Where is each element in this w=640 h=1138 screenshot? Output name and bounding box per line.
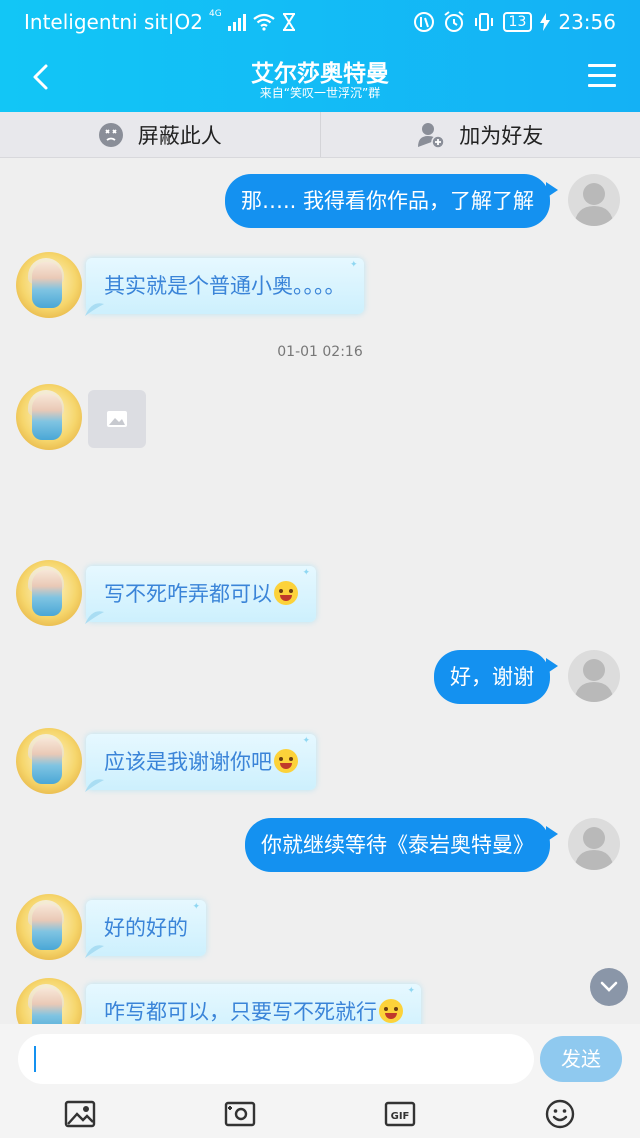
image-message-thumbnail[interactable] xyxy=(88,390,146,448)
sparkle-decoration: ✦ xyxy=(192,902,200,912)
composer-toolbar: GIF xyxy=(0,1094,640,1134)
snowflake-decoration-icon xyxy=(85,779,104,792)
my-avatar[interactable] xyxy=(568,650,620,702)
composer: 发送 GIF xyxy=(0,1024,640,1138)
wifi-icon xyxy=(252,13,276,31)
network-type: 4G xyxy=(208,9,222,19)
add-friend-button[interactable]: 加为好友 xyxy=(319,112,640,157)
scroll-to-bottom-button[interactable] xyxy=(590,968,628,1006)
svg-text:GIF: GIF xyxy=(391,1111,410,1122)
sender-avatar[interactable] xyxy=(16,978,82,1024)
message-text: 写不死咋弄都可以 xyxy=(104,582,272,606)
my-avatar[interactable] xyxy=(568,818,620,870)
snowflake-decoration-icon xyxy=(85,945,104,958)
emoji-button[interactable] xyxy=(540,1094,580,1134)
message-bubble-received[interactable]: 好的好的 ✦ xyxy=(85,900,206,958)
flushed-emoji-icon xyxy=(274,749,298,773)
alarm-icon xyxy=(443,11,465,33)
stranger-action-bar: 屏蔽此人 加为好友 xyxy=(0,112,640,158)
vibrate-icon xyxy=(473,12,495,32)
signal-icon xyxy=(227,13,246,31)
back-button[interactable] xyxy=(26,62,56,92)
emoji-icon xyxy=(545,1099,575,1129)
message-timestamp: 01-01 02:16 xyxy=(277,344,363,360)
sender-avatar[interactable] xyxy=(16,894,82,960)
my-avatar[interactable] xyxy=(568,174,620,226)
block-face-icon xyxy=(98,122,123,147)
status-bar: Inteligentni sit|O2 4G 13 23:56 xyxy=(0,0,640,44)
smirk-emoji-icon xyxy=(379,999,403,1023)
image-button[interactable] xyxy=(60,1094,100,1134)
chevron-left-icon xyxy=(33,64,48,90)
message-bubble-sent[interactable]: 你就继续等待《泰岩奥特曼》 xyxy=(245,818,558,872)
gif-icon: GIF xyxy=(384,1101,416,1127)
gif-button[interactable]: GIF xyxy=(380,1094,420,1134)
message-bubble-received[interactable]: 应该是我谢谢你吧 ✦ xyxy=(85,734,316,792)
message-text: 应该是我谢谢你吧 xyxy=(104,750,272,774)
add-friend-label: 加为好友 xyxy=(459,123,544,148)
sender-avatar[interactable] xyxy=(16,728,82,794)
camera-icon xyxy=(224,1101,256,1127)
message-text: 你就继续等待《泰岩奥特曼》 xyxy=(261,833,534,857)
sender-avatar[interactable] xyxy=(16,384,82,450)
clock: 23:56 xyxy=(558,10,616,34)
image-icon xyxy=(64,1100,96,1128)
header: Inteligentni sit|O2 4G 13 23:56 艾尔莎奥特曼 来… xyxy=(0,0,640,112)
image-placeholder-icon xyxy=(107,411,127,427)
message-text: 那….. 我得看你作品，了解了解 xyxy=(240,189,534,213)
message-bubble-received[interactable]: 写不死咋弄都可以 ✦ xyxy=(85,566,316,624)
hourglass-icon xyxy=(282,13,296,31)
block-user-label: 屏蔽此人 xyxy=(137,123,222,148)
snowflake-decoration-icon xyxy=(85,611,104,624)
message-text: 咋写都可以，只要写不死就行 xyxy=(104,1000,377,1024)
message-input[interactable] xyxy=(18,1034,534,1084)
sparkle-decoration: ✦ xyxy=(302,568,310,578)
chevron-down-icon xyxy=(600,981,618,992)
camera-button[interactable] xyxy=(220,1094,260,1134)
message-bubble-received[interactable]: 咋写都可以，只要写不死就行 ✦ xyxy=(86,984,421,1024)
charging-icon xyxy=(540,13,551,31)
snowflake-decoration-icon xyxy=(85,303,104,316)
text-cursor xyxy=(34,1046,36,1072)
message-text: 好，谢谢 xyxy=(450,665,534,689)
send-button[interactable]: 发送 xyxy=(540,1036,622,1082)
sender-avatar[interactable] xyxy=(16,560,82,626)
message-list[interactable]: 那….. 我得看你作品，了解了解 其实就是个普通小奥。。。。 ✦ 01-01 0… xyxy=(0,158,640,1024)
battery-icon: 13 xyxy=(502,12,533,32)
chat-subtitle: 来自“笑叹一世浮沉”群 xyxy=(259,86,381,100)
message-text: 好的好的 xyxy=(104,916,188,940)
block-user-button[interactable]: 屏蔽此人 xyxy=(0,112,320,157)
chat-title: 艾尔莎奥特曼 xyxy=(251,61,389,87)
message-bubble-sent[interactable]: 好，谢谢 xyxy=(434,650,558,704)
sparkle-decoration: ✦ xyxy=(407,986,415,996)
menu-button[interactable] xyxy=(588,64,616,88)
sender-avatar[interactable] xyxy=(16,252,82,318)
message-bubble-received[interactable]: 其实就是个普通小奥。。。。 ✦ xyxy=(85,258,364,316)
add-friend-icon xyxy=(418,122,445,149)
data-saver-icon xyxy=(413,11,435,33)
laughing-emoji-icon xyxy=(274,581,298,605)
sparkle-decoration: ✦ xyxy=(349,260,358,270)
sparkle-decoration: ✦ xyxy=(302,736,310,746)
carrier-label: Inteligentni sit|O2 xyxy=(24,10,203,34)
message-bubble-sent[interactable]: 那….. 我得看你作品，了解了解 xyxy=(224,174,559,228)
message-text: 其实就是个普通小奥。。。。 xyxy=(104,274,346,298)
